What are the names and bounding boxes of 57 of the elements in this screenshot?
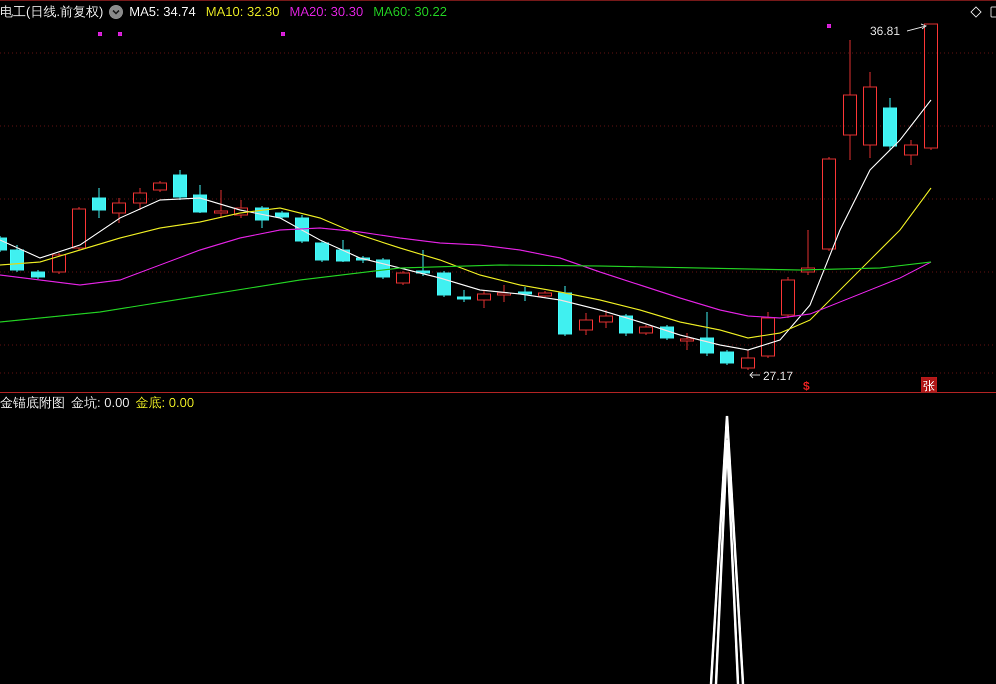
signal-marker: $ bbox=[803, 379, 810, 392]
low-price-label: 27.17 bbox=[763, 369, 794, 383]
candlestick bbox=[52, 252, 66, 274]
candlestick bbox=[153, 180, 167, 192]
arrow-icon bbox=[749, 372, 760, 378]
candlestick bbox=[437, 270, 451, 298]
candlestick bbox=[518, 286, 532, 302]
candlestick bbox=[741, 350, 755, 370]
candlestick bbox=[133, 188, 147, 210]
candlestick bbox=[538, 290, 552, 298]
indicator-title: 金锚底附图 bbox=[0, 394, 65, 412]
candlestick bbox=[883, 98, 897, 150]
candlestick bbox=[72, 206, 86, 250]
candlestick bbox=[396, 270, 410, 286]
candlestick bbox=[619, 314, 633, 336]
candlestick bbox=[336, 240, 350, 262]
candlestick bbox=[112, 198, 126, 224]
candlestick bbox=[801, 230, 815, 276]
indicator-value: 金坑: 0.00 bbox=[71, 394, 130, 412]
candlestick bbox=[558, 286, 572, 336]
candlestick bbox=[477, 290, 491, 308]
candlestick bbox=[295, 214, 309, 244]
candlestick bbox=[92, 188, 106, 218]
candlestick bbox=[356, 256, 370, 264]
chevron-circle-icon[interactable] bbox=[109, 4, 124, 18]
candlestick bbox=[781, 276, 795, 318]
chart-title: 电工(日线.前复权) bbox=[0, 2, 104, 21]
candlestick bbox=[599, 310, 613, 328]
candlestick bbox=[416, 250, 430, 276]
candlestick bbox=[0, 236, 7, 252]
candlestick bbox=[700, 312, 714, 356]
indicator-value: MA10: 32.30 bbox=[206, 2, 280, 21]
candlestick bbox=[31, 270, 45, 280]
candlestick bbox=[497, 284, 511, 302]
indicator-value: 金底: 0.00 bbox=[136, 394, 194, 412]
candlestick bbox=[904, 140, 918, 166]
candlestick bbox=[173, 170, 187, 200]
indicator-value: MA60: 30.22 bbox=[373, 2, 447, 21]
candlestick bbox=[720, 350, 734, 366]
candlestick bbox=[214, 190, 228, 218]
candlestick bbox=[193, 184, 207, 214]
candlestick bbox=[680, 332, 694, 350]
candlestick bbox=[639, 324, 653, 336]
candlestick bbox=[761, 312, 775, 358]
diamond-icon[interactable] bbox=[970, 6, 982, 18]
candlestick bbox=[579, 312, 593, 336]
candlestick bbox=[315, 240, 329, 262]
candlestick bbox=[234, 200, 248, 218]
indicator-value: MA20: 30.30 bbox=[290, 2, 364, 21]
high-price-label: 36.81 bbox=[870, 24, 900, 38]
candlestick bbox=[457, 290, 471, 302]
candlestick bbox=[275, 210, 289, 220]
arrow-icon bbox=[906, 24, 928, 32]
candlestick bbox=[10, 244, 24, 272]
candlestick bbox=[255, 206, 269, 228]
indicator-value: MA5: 34.74 bbox=[129, 2, 196, 21]
rise-badge: 张 bbox=[921, 377, 937, 392]
